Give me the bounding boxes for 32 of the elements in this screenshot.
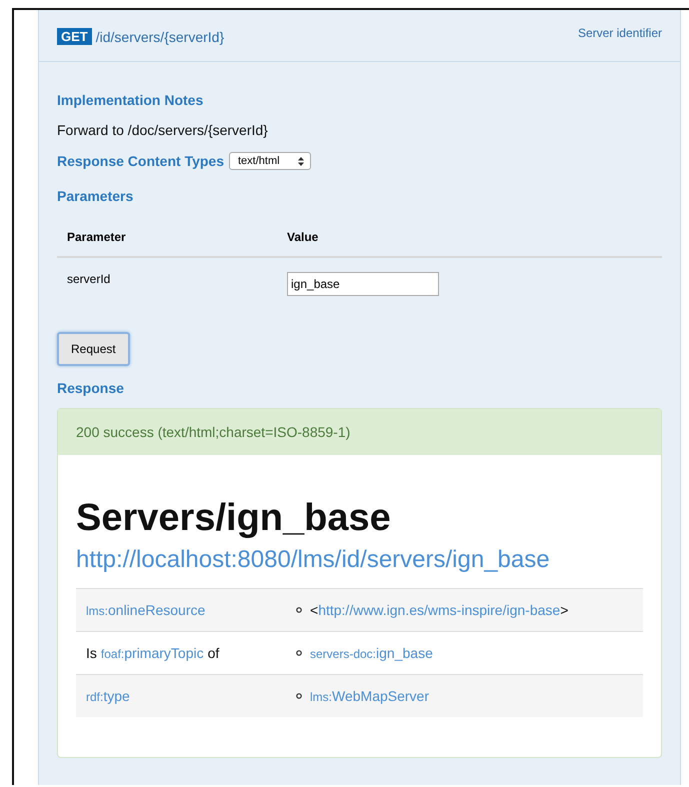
bullet-icon bbox=[296, 650, 302, 656]
method-badge: GET bbox=[57, 28, 92, 45]
page-title: Servers/ign_base bbox=[76, 497, 392, 540]
content-type-select[interactable]: text/html bbox=[229, 152, 311, 170]
operation-header[interactable]: GET /id/servers/{serverId} Server identifier bbox=[39, 10, 680, 62]
table-cell: serverId bbox=[57, 257, 277, 310]
section-heading: Response bbox=[57, 380, 125, 396]
cell-text: > bbox=[560, 602, 568, 618]
cell-text: Is bbox=[86, 645, 97, 661]
section-heading: Implementation Notes bbox=[57, 92, 204, 108]
input-field[interactable]: ign_base bbox=[287, 272, 439, 296]
section-heading: Parameters bbox=[57, 188, 134, 204]
url-link[interactable]: http://localhost:8080/lms/id/servers/ign_base bbox=[76, 546, 550, 574]
endpoint-path[interactable]: /id/servers/{serverId} bbox=[96, 28, 224, 44]
column-header: Parameter bbox=[57, 218, 277, 257]
link[interactable]: lms:WebMapServer bbox=[310, 688, 430, 704]
endpoint-summary[interactable]: Server identifier bbox=[578, 26, 662, 40]
bullet-icon bbox=[296, 693, 302, 699]
link[interactable]: foaf:primaryTopic bbox=[100, 645, 204, 661]
link[interactable]: servers-doc:ign_base bbox=[310, 645, 433, 661]
bullet-icon bbox=[296, 607, 302, 613]
cell-text: of bbox=[208, 645, 220, 661]
status-text: 200 success (text/html;charset=ISO-8859-1) bbox=[76, 424, 350, 440]
notes-text: Forward to /doc/servers/{serverId} bbox=[57, 122, 269, 138]
link[interactable]: lms:onlineResource bbox=[86, 602, 206, 618]
link[interactable]: http://www.ign.es/wms-inspire/ign-base bbox=[318, 602, 560, 618]
updown-icon bbox=[298, 156, 304, 166]
section-heading: Response Content Types bbox=[57, 153, 224, 169]
column-header: Value bbox=[277, 218, 662, 257]
request-button[interactable]: Request bbox=[57, 332, 130, 366]
link[interactable]: rdf:type bbox=[86, 688, 130, 704]
cell-text: < bbox=[310, 602, 318, 618]
